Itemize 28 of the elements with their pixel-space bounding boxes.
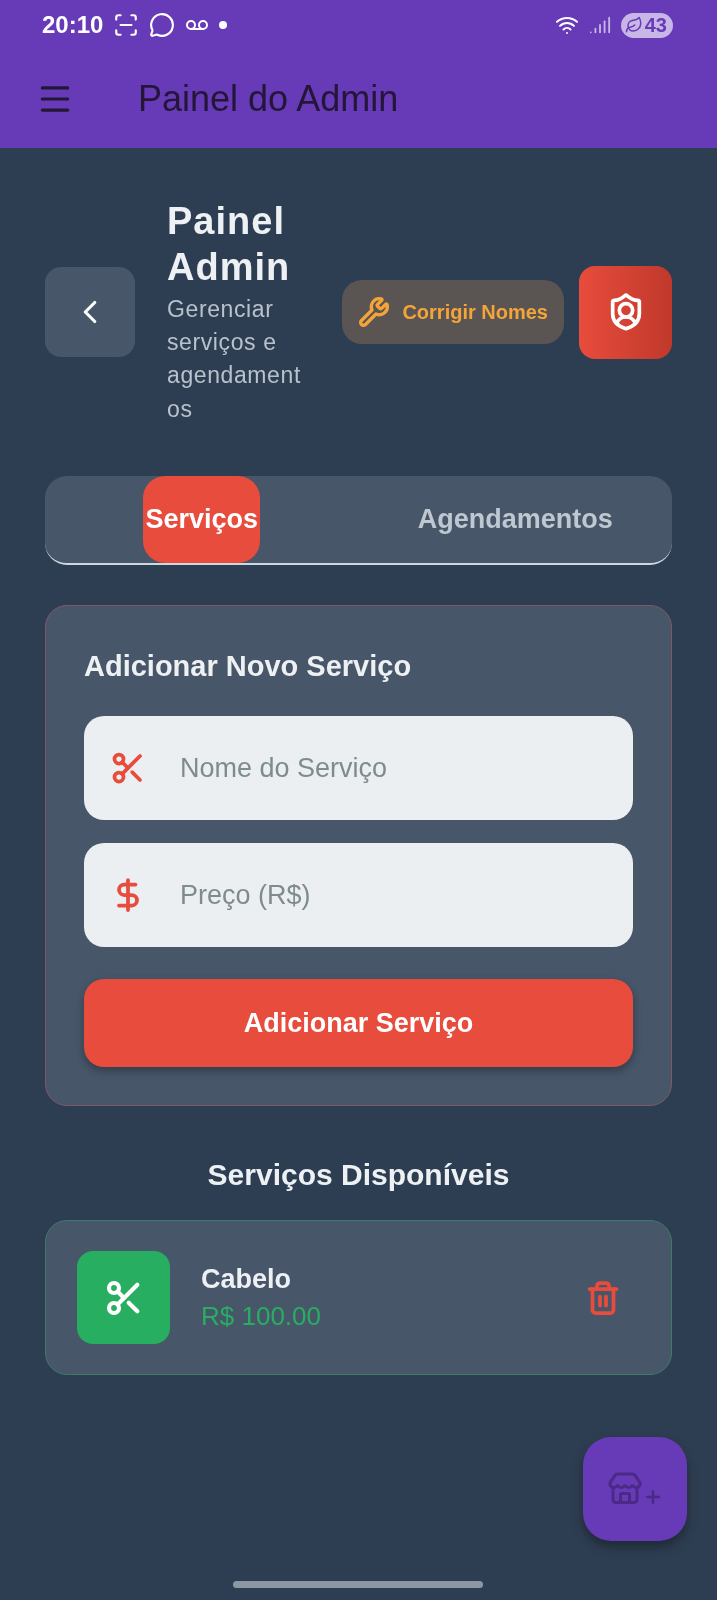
add-store-button[interactable] — [583, 1437, 687, 1541]
trash-icon — [585, 1279, 621, 1316]
app-title: Painel do Admin — [138, 78, 399, 120]
leaf-icon — [624, 16, 643, 34]
add-service-button[interactable]: Adicionar Serviço — [84, 979, 633, 1068]
wrench-icon — [358, 296, 391, 329]
fix-names-button[interactable]: Corrigir Nomes — [342, 280, 564, 345]
page-subtitle: Gerenciar serviços e agendamentos — [167, 294, 302, 424]
card-title: Adicionar Novo Serviço — [84, 650, 413, 684]
input-field[interactable]: Nome do Serviço — [84, 716, 633, 821]
dot-icon — [219, 21, 228, 29]
status-time: 20:10 — [42, 11, 104, 39]
input-field[interactable]: Preço (R$) — [84, 843, 633, 948]
back-button[interactable] — [45, 267, 135, 358]
delete-button[interactable] — [585, 1279, 621, 1316]
tab[interactable]: Agendamentos — [358, 476, 672, 564]
section-title: Serviços Disponíveis — [207, 1158, 510, 1193]
home-indicator[interactable] — [233, 1581, 483, 1588]
signal-icon — [588, 14, 611, 36]
service-name: Cabelo — [201, 1263, 293, 1295]
page-title: Painel Admin — [167, 199, 292, 291]
battery-indicator: 43 — [620, 12, 673, 38]
tab[interactable]: Serviços — [45, 476, 359, 564]
service-price: R$ 100.00 — [201, 1300, 322, 1332]
chat-icon — [149, 12, 176, 38]
screenshot-icon — [113, 12, 140, 38]
store-add-icon — [607, 1471, 663, 1507]
admin-shield-button[interactable] — [579, 265, 672, 359]
